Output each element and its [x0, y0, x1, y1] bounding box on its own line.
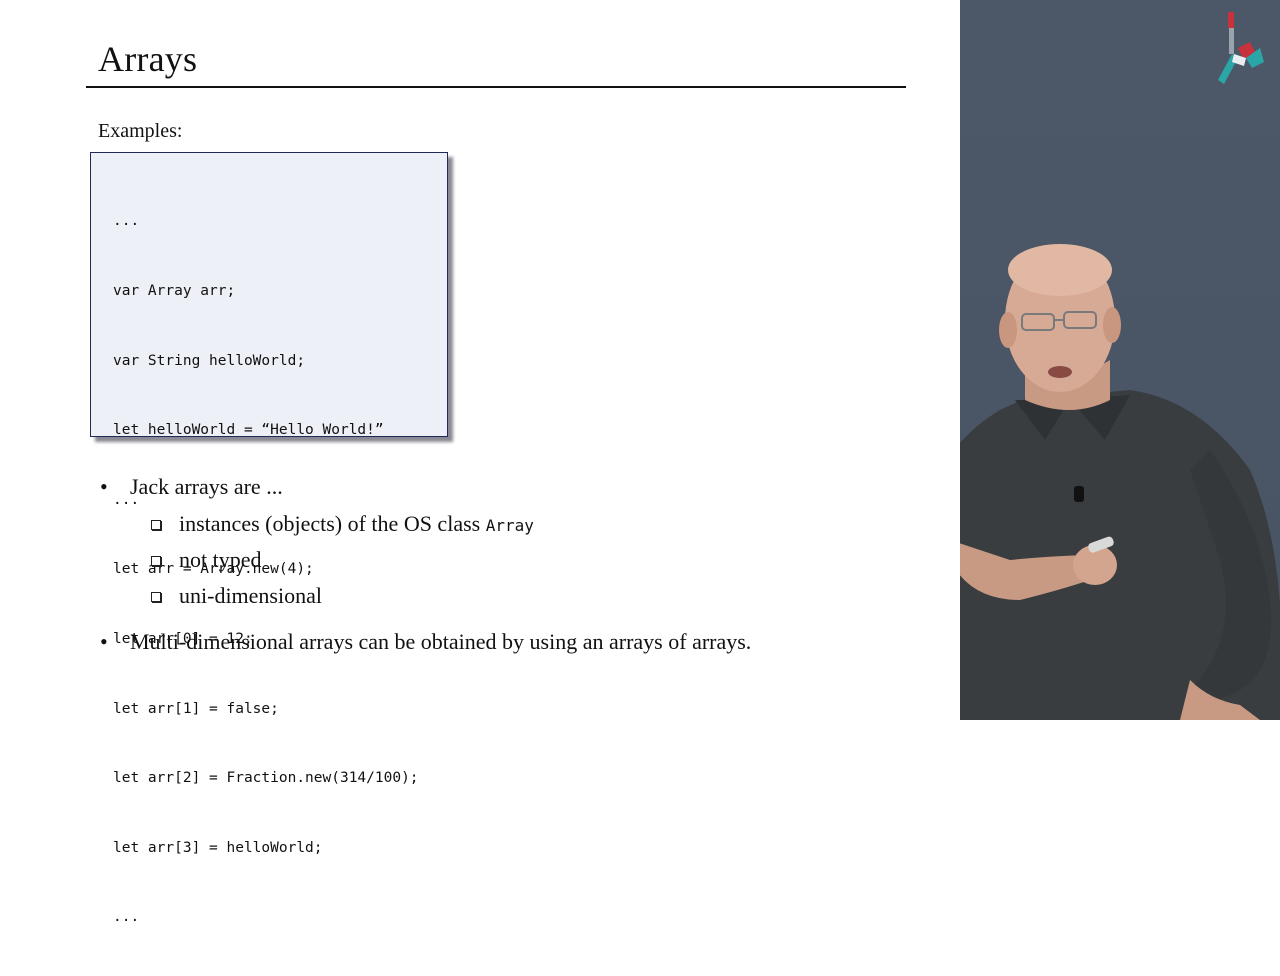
- inline-code-array: Array: [485, 516, 534, 535]
- code-line: let helloWorld = “Hello World!”: [113, 422, 384, 439]
- code-line: let arr[1] = false;: [113, 700, 279, 717]
- checkbox-square-icon: [151, 520, 161, 530]
- code-line: var String helloWorld;: [113, 352, 306, 369]
- code-line: var Array arr;: [113, 283, 236, 299]
- course-logo-icon: [1218, 12, 1264, 84]
- slide: Arrays Examples: ... var Array arr; var …: [0, 0, 960, 925]
- code-example-box: ... var Array arr; var String helloWorld…: [90, 152, 448, 925]
- sub-bullet-text: not typed: [179, 547, 262, 572]
- code-line: let arr[2] = Fraction.new(314/100);: [113, 770, 419, 787]
- code-line: ...: [113, 213, 140, 230]
- sub-bullet-text-part: instances (objects) of the OS class: [179, 511, 486, 536]
- presenter-video-panel: [960, 0, 1280, 720]
- slide-title: Arrays: [98, 39, 198, 79]
- checkbox-square-icon: [151, 556, 161, 566]
- bullet-text: Jack arrays are ...: [130, 474, 283, 499]
- checkbox-square-icon: [151, 592, 161, 602]
- code-line: ...: [113, 909, 140, 926]
- sub-bullet-text: instances (objects) of the OS class Arra…: [179, 511, 534, 539]
- code-line: let arr[3] = helloWorld;: [113, 839, 323, 856]
- code-lines: ... var Array arr; var String helloWorld…: [113, 164, 419, 976]
- bullet-dot: •: [100, 474, 108, 499]
- sub-bullet-text: uni-dimensional: [179, 583, 322, 608]
- examples-label: Examples:: [98, 120, 183, 142]
- presenter-image: [960, 244, 1280, 720]
- bullet-text: Multi-dimensional arrays can be obtained…: [130, 629, 752, 654]
- bullet-dot: •: [100, 629, 108, 654]
- title-underline: [86, 86, 906, 88]
